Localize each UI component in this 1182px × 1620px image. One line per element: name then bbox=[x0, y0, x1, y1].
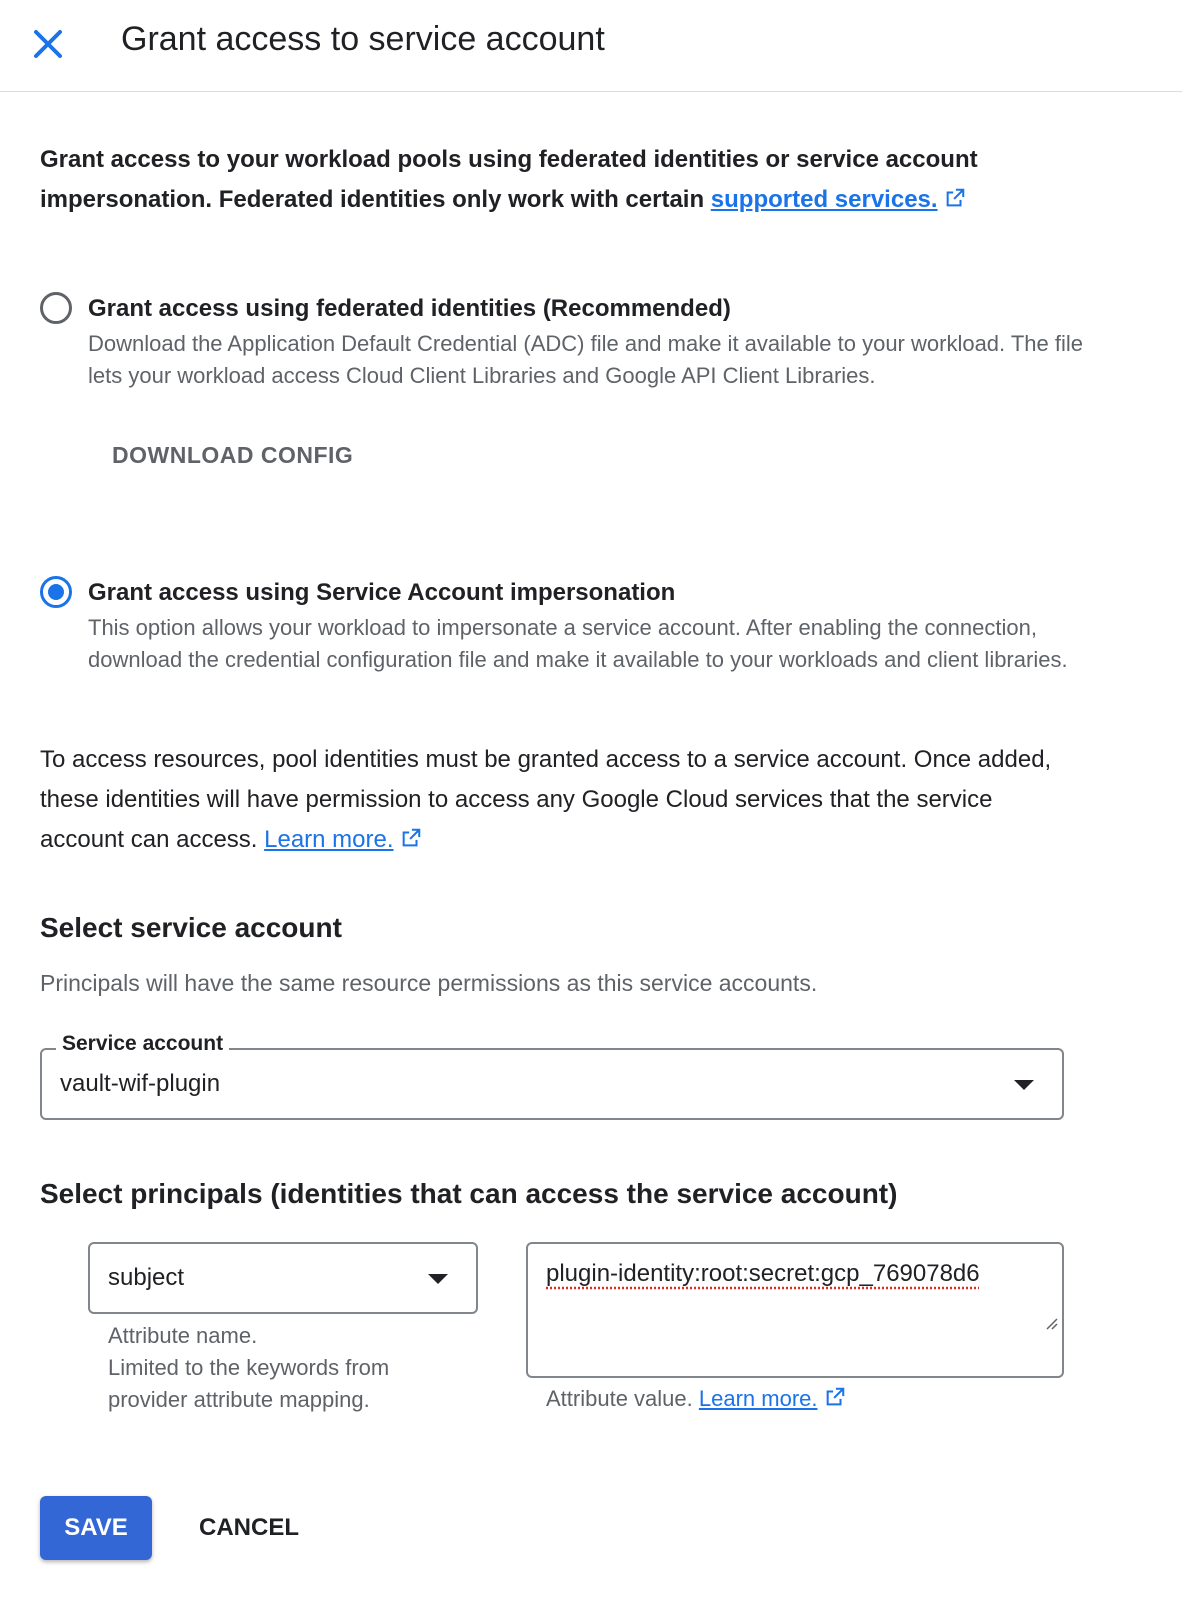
save-button[interactable]: SAVE bbox=[40, 1496, 152, 1560]
supported-services-link[interactable]: supported services. bbox=[711, 186, 938, 213]
federated-identities-radio[interactable] bbox=[40, 292, 72, 324]
attribute-value-text: plugin-identity:root:secret:gcp_769078d6 bbox=[546, 1260, 980, 1287]
chevron-down-icon bbox=[428, 1274, 448, 1284]
close-icon bbox=[34, 30, 62, 58]
download-config-button[interactable]: DOWNLOAD CONFIG bbox=[96, 436, 369, 475]
attribute-value-learn-more-link[interactable]: Learn more. bbox=[699, 1386, 818, 1411]
attribute-value-helper: Attribute value. Learn more. bbox=[546, 1383, 846, 1415]
service-account-label: Service account bbox=[56, 1032, 230, 1056]
external-link-icon bbox=[402, 828, 420, 847]
cancel-button[interactable]: CANCEL bbox=[184, 1496, 314, 1560]
access-info-paragraph: To access resources, pool identities mus… bbox=[40, 740, 1080, 860]
attribute-value-textarea[interactable]: plugin-identity:root:secret:gcp_769078d6 bbox=[526, 1242, 1064, 1378]
select-service-account-heading: Select service account bbox=[40, 912, 342, 943]
attribute-name-helper: Attribute name. Limited to the keywords … bbox=[108, 1320, 389, 1416]
federated-identities-title: Grant access using federated identities … bbox=[88, 295, 731, 322]
learn-more-link[interactable]: Learn more. bbox=[264, 826, 393, 853]
attribute-name-helper-line: Attribute name. bbox=[108, 1323, 258, 1348]
dialog-title: Grant access to service account bbox=[121, 20, 605, 58]
select-service-account-subtitle: Principals will have the same resource p… bbox=[40, 970, 818, 996]
service-account-impersonation-description: This option allows your workload to impe… bbox=[88, 615, 1068, 672]
federated-identities-description: Download the Application Default Credent… bbox=[88, 331, 1084, 388]
attribute-name-helper-line: provider attribute mapping. bbox=[108, 1387, 370, 1412]
service-account-impersonation-radio[interactable] bbox=[40, 576, 72, 608]
external-link-icon bbox=[826, 1387, 844, 1406]
attribute-name-select[interactable]: subject bbox=[88, 1242, 478, 1314]
access-info-text: To access resources, pool identities mus… bbox=[40, 746, 1052, 853]
close-button[interactable] bbox=[26, 22, 70, 66]
select-principals-heading: Select principals (identities that can a… bbox=[40, 1178, 898, 1209]
resize-handle-icon[interactable] bbox=[1042, 1314, 1058, 1330]
attribute-name-value: subject bbox=[108, 1264, 185, 1291]
attribute-name-helper-line: Limited to the keywords from bbox=[108, 1355, 390, 1380]
chevron-down-icon bbox=[1014, 1080, 1034, 1090]
dialog-header: Grant access to service account bbox=[0, 0, 1182, 92]
attribute-value-helper-text: Attribute value. bbox=[546, 1386, 699, 1411]
service-account-select[interactable]: Service account vault-wif-plugin bbox=[40, 1032, 1064, 1120]
intro-text: Grant access to your workload pools usin… bbox=[40, 140, 1040, 220]
service-account-value: vault-wif-plugin bbox=[60, 1070, 221, 1097]
external-link-icon bbox=[946, 188, 964, 207]
service-account-impersonation-title: Grant access using Service Account imper… bbox=[88, 579, 676, 606]
